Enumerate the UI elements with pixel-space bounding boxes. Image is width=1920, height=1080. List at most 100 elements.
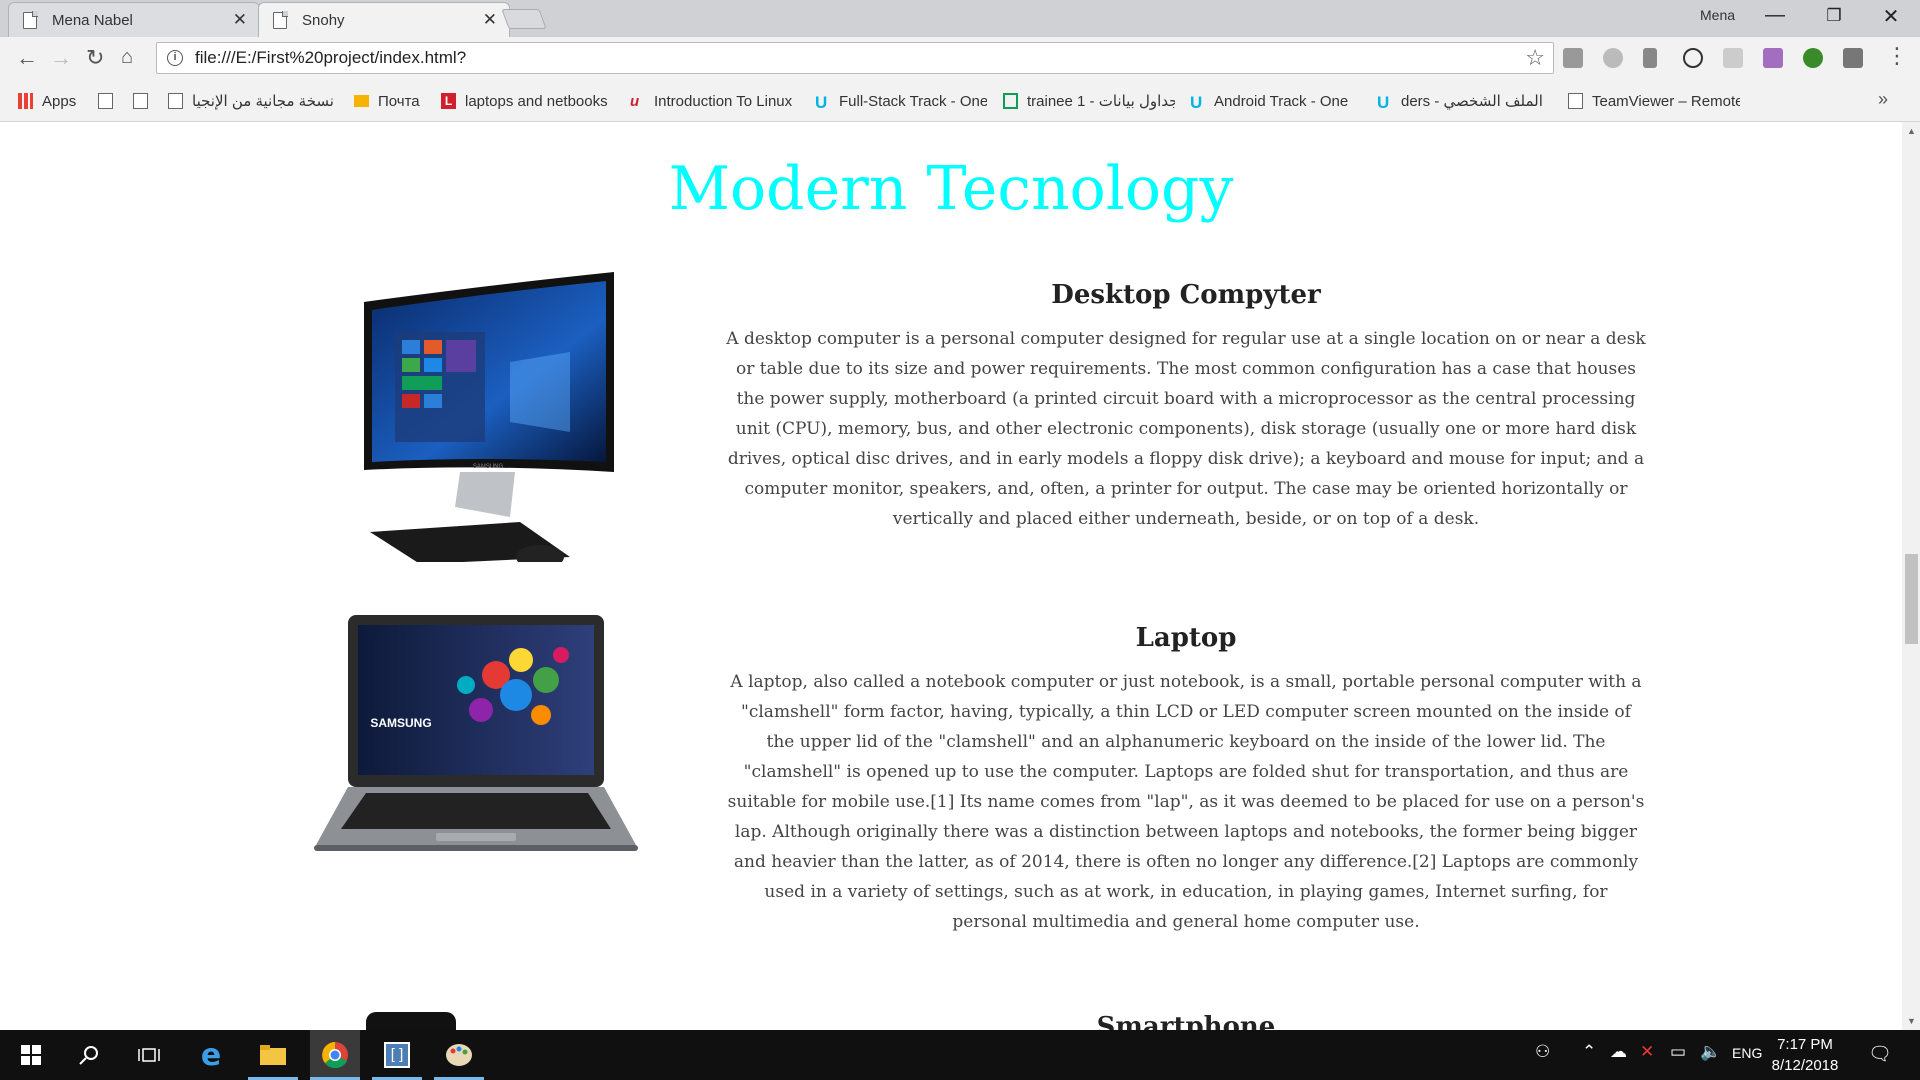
chrome-app[interactable] (310, 1030, 360, 1080)
extension-icon[interactable] (1763, 48, 1783, 68)
speed-dial-icon[interactable] (1683, 48, 1703, 68)
edge-app[interactable]: e (186, 1030, 236, 1080)
bookmark-ders-profile[interactable]: U ders - الملف الشخصي (1377, 90, 1552, 112)
page-title: Modern Tecnology (668, 154, 1234, 224)
udacity-icon: U (1377, 93, 1390, 112)
l-logo-icon: L (441, 93, 456, 109)
laptop-image: SAMSUNG (314, 615, 638, 851)
bookmark-apps[interactable]: Apps (18, 90, 88, 112)
page-icon (23, 11, 38, 29)
bookmark-pochta[interactable]: Почта (354, 90, 434, 112)
browser-toolbar: ← → ↻ ⌂ i file:///E:/First%20project/ind… (0, 37, 1920, 81)
bookmark-label: laptops and netbooks (465, 92, 608, 110)
bookmark-laptops-netbooks[interactable]: L laptops and netbooks (441, 90, 611, 112)
page-viewport: Modern Tecnology SAMSUNG Desktop Compyte… (0, 122, 1902, 1030)
restore-icon[interactable]: ❐ (1814, 6, 1854, 26)
people-icon[interactable]: ⚇ (1535, 1042, 1550, 1062)
minimize-icon[interactable]: — (1755, 4, 1795, 27)
home-icon[interactable]: ⌂ (121, 46, 133, 69)
close-window-icon[interactable]: ✕ (1871, 4, 1911, 29)
profile-name[interactable]: Mena (1700, 7, 1735, 23)
bookmark-label: trainee 1 - جداول بيانات (1027, 93, 1175, 110)
globe-extension-icon[interactable] (1803, 48, 1823, 68)
mail-icon (354, 95, 369, 107)
extension-icon[interactable] (1723, 48, 1743, 68)
start-button[interactable] (6, 1030, 56, 1080)
page-icon (1568, 93, 1583, 109)
windows-taskbar: e [ ] ⚇ ⌃ ☁ ✕ ▭ 🔈 ENG 7:17 PM 8/12/2018 … (0, 1030, 1920, 1080)
smartphone-section: Smartphone (0, 1012, 1902, 1030)
pdf-extension-icon[interactable] (1563, 48, 1583, 68)
desktop-section: SAMSUNG Desktop Compyter A desktop compu… (0, 272, 1902, 582)
bookmark-label: ders - الملف الشخصي (1401, 93, 1543, 110)
bookmark-extension-icon[interactable] (1643, 48, 1657, 68)
paint-palette-icon (446, 1044, 472, 1066)
bookmark-android-track[interactable]: U Android Track - One (1190, 90, 1360, 113)
address-bar[interactable]: i file:///E:/First%20project/index.html?… (156, 42, 1554, 74)
close-tab-icon[interactable]: ✕ (483, 10, 497, 30)
bookmark-arabic-free-copy[interactable]: نسخة مجانية من الإنجيا (168, 90, 338, 112)
bookmark-label: Full-Stack Track - One (839, 92, 987, 110)
battery-icon[interactable]: ▭ (1670, 1042, 1686, 1062)
volume-icon[interactable]: 🔈 (1700, 1042, 1721, 1062)
bookmark-label: Почта (378, 92, 420, 110)
bookmark-fullstack-track[interactable]: U Full-Stack Track - One (815, 90, 987, 113)
more-bookmarks-button[interactable]: » (1878, 89, 1888, 110)
section-heading: Smartphone (1096, 1012, 1276, 1030)
bookmark-trainee-sheet[interactable]: trainee 1 - جداول بيانات (1003, 90, 1175, 112)
scroll-thumb[interactable] (1905, 554, 1918, 644)
desktop-computer-image: SAMSUNG (364, 272, 614, 562)
task-view-button[interactable] (124, 1030, 174, 1080)
tab-strip: Mena Nabel ✕ Snohy ✕ Mena — ❐ ✕ (0, 0, 1920, 37)
chrome-icon (322, 1042, 348, 1069)
scroll-down-arrow[interactable]: ▼ (1907, 1016, 1916, 1026)
laptop-section: SAMSUNG Laptop A laptop, also called a n… (0, 615, 1902, 932)
chrome-menu-icon[interactable]: ⋮ (1886, 43, 1908, 69)
file-explorer-app[interactable] (248, 1030, 298, 1080)
back-icon[interactable]: ← (16, 45, 38, 71)
vertical-scrollbar[interactable]: ▲ ▼ (1902, 122, 1920, 1030)
search-icon (79, 1046, 98, 1065)
close-tab-icon[interactable]: ✕ (233, 10, 247, 30)
tab-mena-nabel[interactable]: Mena Nabel ✕ (8, 2, 260, 37)
info-icon[interactable]: i (167, 50, 183, 66)
url-text[interactable]: file:///E:/First%20project/index.html? (195, 48, 466, 68)
reload-icon[interactable]: ↻ (86, 45, 104, 71)
laptop-brand-label: SAMSUNG (370, 716, 431, 730)
bookmark-label: Apps (42, 92, 77, 110)
brackets-app[interactable]: [ ] (372, 1030, 422, 1080)
udacity-icon: U (1190, 93, 1203, 112)
bookmark-label: TeamViewer – Remote (1592, 92, 1740, 110)
apps-grid-icon (18, 93, 33, 109)
u-logo-icon: u (630, 93, 640, 110)
search-button[interactable] (64, 1030, 114, 1080)
network-icon[interactable]: ✕ (1640, 1042, 1654, 1062)
scroll-up-arrow[interactable]: ▲ (1907, 126, 1916, 136)
bookmark-star-icon[interactable]: ☆ (1525, 45, 1545, 71)
extension-icon[interactable] (1603, 48, 1623, 68)
section-heading: Laptop (1135, 623, 1237, 653)
bookmark-intro-linux[interactable]: u Introduction To Linux (630, 90, 800, 112)
new-tab-button[interactable] (501, 9, 547, 29)
bookmark-label: Introduction To Linux (654, 92, 793, 110)
bookmarks-bar: Apps نسخة مجانية من الإنجيا Почта L lapt… (0, 81, 1920, 122)
action-center-icon[interactable]: 🗨 (1868, 1042, 1892, 1066)
s-extension-icon[interactable] (1843, 48, 1863, 68)
bookmark-teamviewer[interactable]: TeamViewer – Remote (1568, 90, 1740, 112)
page-icon (133, 93, 148, 109)
show-hidden-icons-icon[interactable]: ⌃ (1582, 1042, 1596, 1062)
bookmark-page[interactable] (133, 90, 155, 112)
clock[interactable]: 7:17 PM 8/12/2018 (1760, 1034, 1850, 1076)
brackets-icon: [ ] (384, 1042, 410, 1068)
bookmark-page[interactable] (98, 90, 120, 112)
page-icon (273, 11, 288, 29)
onedrive-icon[interactable]: ☁ (1610, 1042, 1627, 1062)
input-language[interactable]: ENG (1732, 1045, 1762, 1061)
tab-snohy[interactable]: Snohy ✕ (258, 2, 510, 37)
bookmark-label: نسخة مجانية من الإنجيا (192, 93, 334, 110)
forward-icon[interactable]: → (50, 45, 72, 71)
clock-time: 7:17 PM (1777, 1036, 1833, 1053)
windows-logo-icon (21, 1045, 41, 1065)
paint-app[interactable] (434, 1030, 484, 1080)
folder-icon (260, 1045, 286, 1065)
